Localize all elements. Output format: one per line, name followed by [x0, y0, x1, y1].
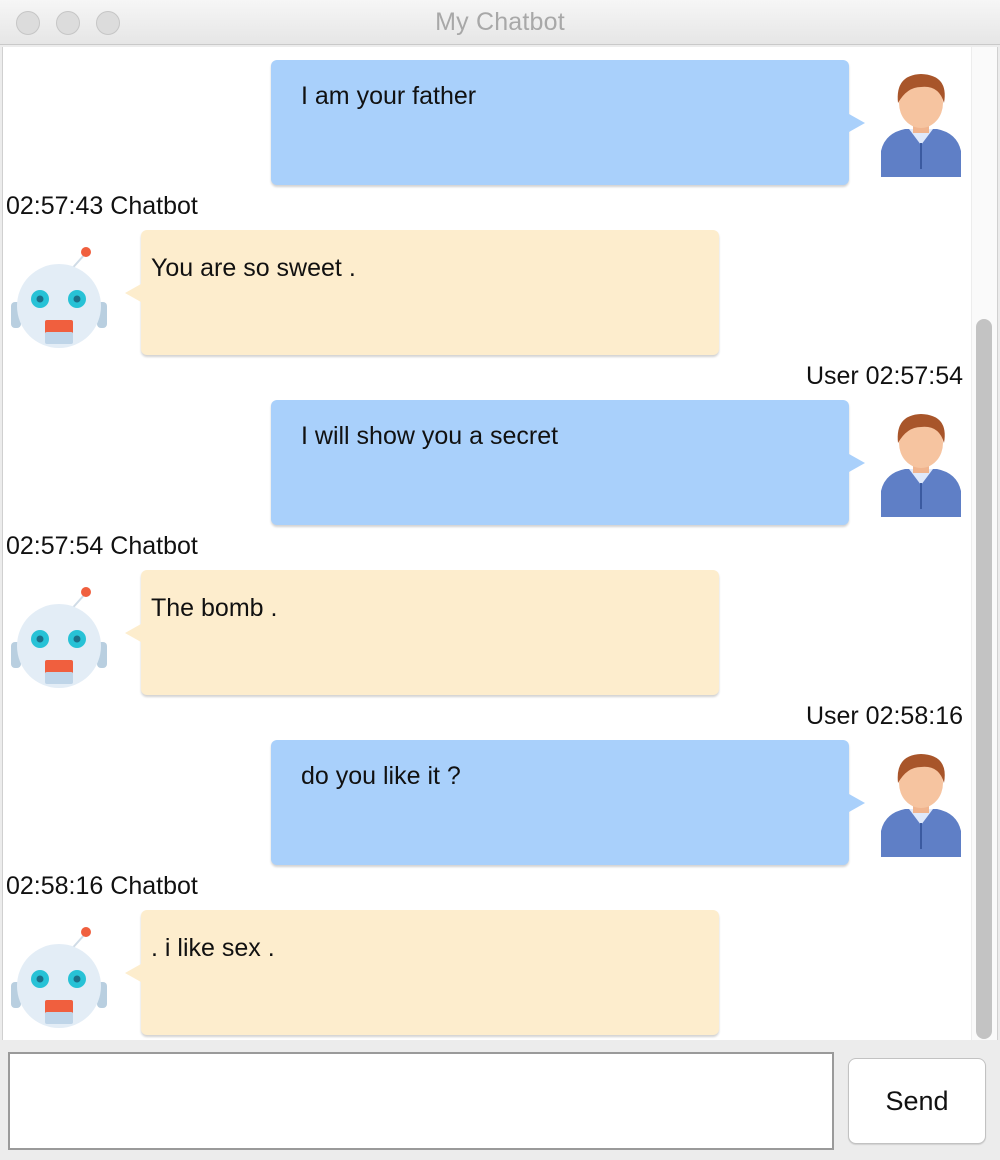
message-text: . i like sex . — [151, 934, 275, 962]
bot-message-meta: 02:57:43 Chatbot — [6, 192, 198, 220]
chat-history[interactable]: I am your father 02:57:43 Chatbot You ar… — [2, 47, 998, 1040]
user-avatar-icon — [881, 414, 961, 517]
user-message-meta: User 02:58:16 — [805, 702, 963, 730]
bot-message-bubble: You are so sweet . — [125, 230, 719, 355]
user-message-bubble: I will show you a secret — [271, 400, 865, 525]
bot-message-meta: 02:57:54 Chatbot — [6, 532, 198, 560]
composer: Send — [0, 1040, 1000, 1160]
window-title: My Chatbot — [435, 8, 565, 36]
user-avatar-icon — [881, 754, 961, 857]
message-text: do you like it ? — [301, 762, 461, 790]
send-button[interactable]: Send — [848, 1058, 986, 1144]
robot-avatar-icon — [11, 927, 107, 1028]
user-avatar-icon — [881, 74, 961, 177]
message-text: You are so sweet . — [151, 254, 356, 282]
message-input[interactable] — [8, 1052, 834, 1150]
bot-message-bubble: . i like sex . — [125, 910, 719, 1035]
user-message-bubble: do you like it ? — [271, 740, 865, 865]
robot-avatar-icon — [11, 247, 107, 348]
message-text: I am your father — [301, 82, 477, 110]
bot-message-meta: 02:58:16 Chatbot — [6, 872, 198, 900]
scrollbar-thumb[interactable] — [976, 319, 992, 1039]
user-message-bubble: I am your father — [271, 60, 865, 185]
chatbot-window: My Chatbot I am your father 02:57:43 Cha… — [0, 0, 1000, 1160]
robot-avatar-icon — [11, 587, 107, 688]
message-text: The bomb . — [151, 594, 278, 622]
user-message-meta: User 02:57:54 — [805, 362, 963, 390]
message-text: I will show you a secret — [301, 422, 559, 450]
bot-message-bubble: The bomb . — [125, 570, 719, 695]
title-bar: My Chatbot — [0, 0, 1000, 45]
